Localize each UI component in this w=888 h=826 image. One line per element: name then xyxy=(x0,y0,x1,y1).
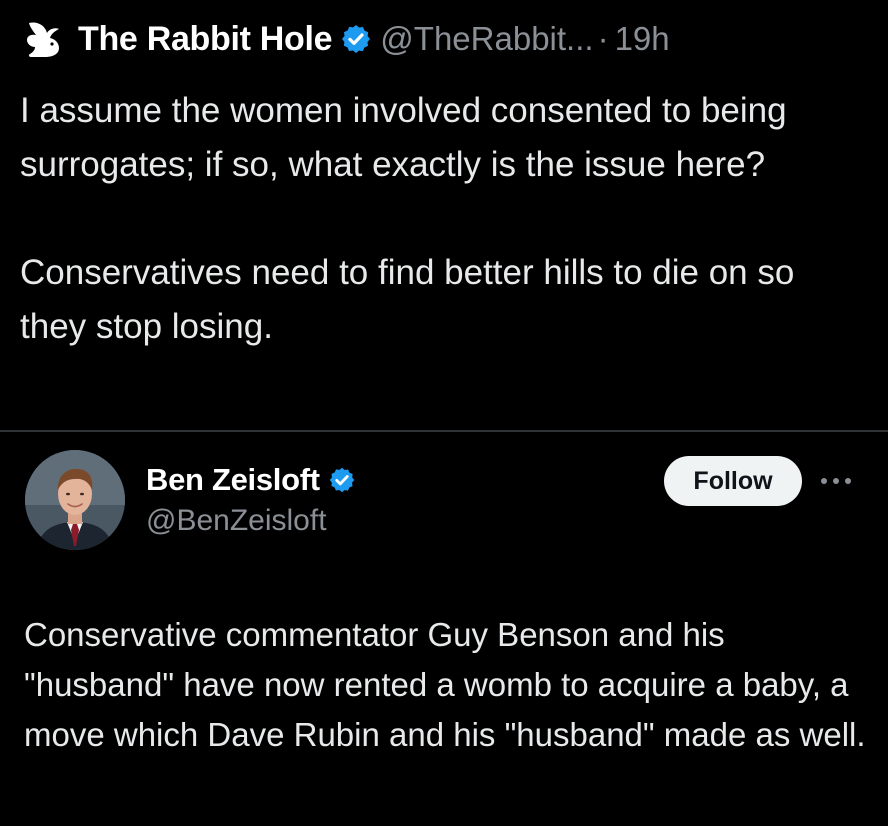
verified-badge-icon xyxy=(328,466,356,494)
quoted-name-row: Ben Zeisloft xyxy=(146,460,356,500)
avatar[interactable] xyxy=(25,450,125,550)
quoted-tweet[interactable]: Ben Zeisloft @BenZeisloft Follow Conserv… xyxy=(0,432,888,826)
reply-display-name[interactable]: The Rabbit Hole xyxy=(78,20,333,59)
rabbit-logo-icon[interactable] xyxy=(20,16,66,62)
quoted-body: Conservative commentator Guy Benson and … xyxy=(24,616,866,753)
reply-tweet: The Rabbit Hole @TheRabbit... · 19h I as… xyxy=(0,0,888,432)
reply-header: The Rabbit Hole @TheRabbit... · 19h xyxy=(20,14,670,64)
quoted-handle[interactable]: @BenZeisloft xyxy=(146,504,327,538)
reply-paragraph: I assume the women involved consented to… xyxy=(20,91,787,184)
reply-separator: · xyxy=(597,20,609,57)
follow-button[interactable]: Follow xyxy=(664,456,802,506)
more-options-icon[interactable] xyxy=(816,468,856,494)
verified-badge-icon xyxy=(340,23,372,55)
quoted-display-name[interactable]: Ben Zeisloft xyxy=(146,462,320,498)
reply-paragraph: Conservatives need to find better hills … xyxy=(20,253,795,346)
reply-handle[interactable]: @TheRabbit... xyxy=(380,20,593,58)
reply-body: I assume the women involved consented to… xyxy=(20,84,870,354)
reply-timestamp[interactable]: 19h xyxy=(615,20,670,58)
